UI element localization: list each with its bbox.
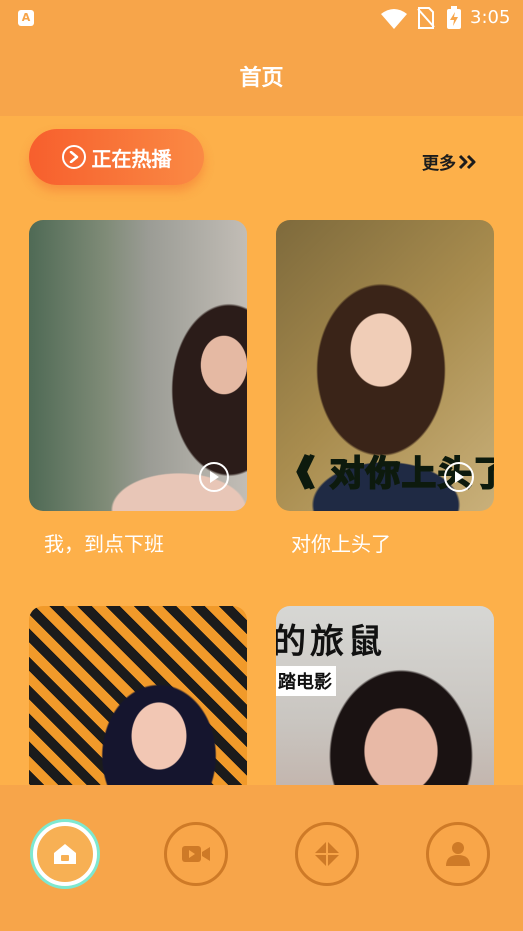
video-title[interactable]: 我，到点下班: [44, 528, 164, 557]
now-playing-button[interactable]: 正在热播: [29, 129, 204, 185]
nav-discover[interactable]: [295, 822, 359, 886]
play-circle-icon: [61, 145, 86, 169]
page-title: 首页: [239, 66, 284, 91]
more-label: 更多: [422, 154, 456, 174]
video-camera-icon: [182, 846, 210, 862]
video-title[interactable]: 对你上头了: [291, 528, 391, 557]
thumbnail-caption: 的旅鼠: [276, 622, 386, 662]
user-icon: [446, 842, 470, 866]
play-icon[interactable]: [199, 462, 229, 492]
nav-profile[interactable]: [426, 822, 490, 886]
wifi-icon: [381, 9, 407, 29]
more-link[interactable]: 更多: [422, 149, 478, 174]
double-chevron-right-icon: [458, 154, 476, 169]
diamond-icon: [314, 841, 340, 867]
no-sim-icon: [417, 7, 435, 29]
header-bar: A 3:05 首页: [0, 0, 523, 116]
play-icon[interactable]: [444, 462, 474, 492]
bottom-nav: [0, 785, 523, 931]
home-icon: [54, 844, 76, 864]
status-time: 3:05: [470, 7, 511, 28]
now-playing-label: 正在热播: [91, 146, 172, 171]
nav-video[interactable]: [164, 822, 228, 886]
status-bar: A 3:05: [0, 0, 523, 36]
app-notification-icon: A: [18, 10, 34, 26]
video-card[interactable]: [29, 220, 247, 511]
thumbnail-subcaption: 踏电影: [276, 666, 336, 696]
nav-home[interactable]: [33, 822, 97, 886]
video-card[interactable]: 《 对你上头了: [276, 220, 494, 511]
battery-charging-icon: [447, 6, 461, 29]
